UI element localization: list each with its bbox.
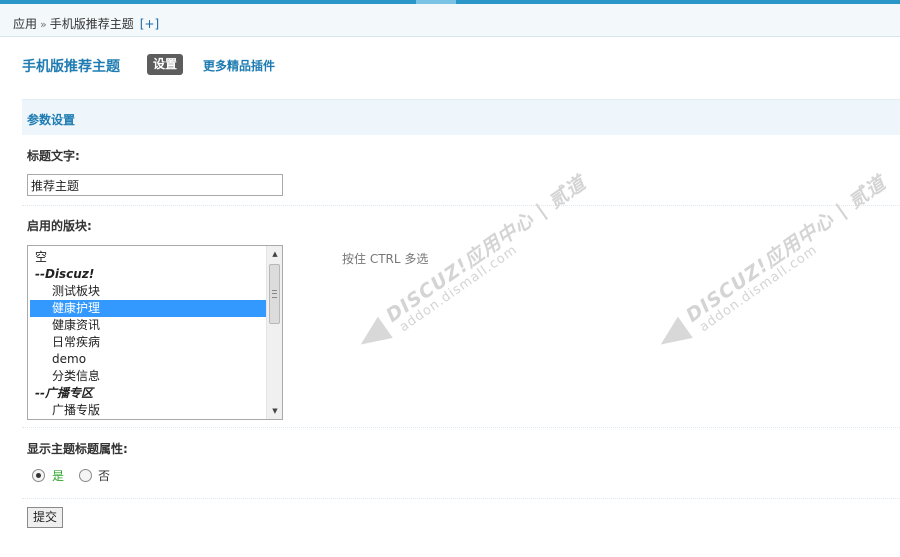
multiselect-hint: 按住 CTRL 多选 xyxy=(342,252,429,266)
listbox-optgroup: --测试区 xyxy=(30,419,266,420)
listbox-option[interactable]: demo xyxy=(30,351,266,368)
plugin-header: 手机版推荐主题 设置 更多精品插件 xyxy=(22,54,892,78)
radio-yes-label[interactable]: 是 xyxy=(52,468,64,484)
forums-options: 空 --Discuz! 测试板块 健康护理 健康资讯 日常疾病 demo 分类信息 --广播专区… xyxy=(28,246,266,420)
title-text-input[interactable] xyxy=(27,174,283,196)
scroll-up-arrow-icon[interactable]: ▲ xyxy=(267,246,282,262)
watermark-arrow-icon xyxy=(653,316,693,356)
show-attr-label: 显示主题标题属性: xyxy=(27,442,128,456)
listbox-optgroup: --Discuz! xyxy=(35,267,95,281)
more-plugins-link[interactable]: 更多精品插件 xyxy=(203,57,275,74)
radio-no-label[interactable]: 否 xyxy=(98,468,110,484)
listbox-option[interactable]: 空 xyxy=(30,249,266,266)
listbox-scrollbar[interactable]: ▲ ▼ xyxy=(266,246,282,419)
section-header: 参数设置 xyxy=(22,99,900,135)
breadcrumb-bar: 应用» 手机版推荐主题 [+] xyxy=(0,4,900,37)
scrollbar-thumb[interactable] xyxy=(269,264,280,324)
scrollbar-grip-icon xyxy=(272,290,277,298)
radio-no[interactable] xyxy=(79,469,92,482)
divider xyxy=(22,427,900,428)
watermark-url: addon.dismall.com xyxy=(696,242,821,336)
radio-yes[interactable] xyxy=(32,469,45,482)
breadcrumb-separator: » xyxy=(40,18,47,31)
section-title: 参数设置 xyxy=(27,113,76,127)
divider xyxy=(22,498,900,499)
breadcrumb: 应用» 手机版推荐主题 [+] xyxy=(13,15,159,32)
title-text-label: 标题文字: xyxy=(27,149,80,163)
listbox-option[interactable]: 广播专版 xyxy=(30,402,266,419)
breadcrumb-add-link[interactable]: [+] xyxy=(140,17,159,31)
page-title: 手机版推荐主题 xyxy=(22,59,120,75)
watermark-logo: DISCUZ!应用中心 | 贰道 addon.dismall.com xyxy=(643,172,890,393)
listbox-option[interactable]: 测试板块 xyxy=(30,283,266,300)
breadcrumb-root-link[interactable]: 应用 xyxy=(13,17,37,31)
scroll-down-arrow-icon[interactable]: ▼ xyxy=(267,403,282,419)
watermark-brand: DISCUZ!应用中心 | 贰道 xyxy=(682,171,891,327)
breadcrumb-current: 手机版推荐主题 xyxy=(49,17,134,31)
watermark-arrow-icon xyxy=(353,316,393,356)
listbox-option[interactable]: 日常疾病 xyxy=(30,334,266,351)
forums-multiselect[interactable]: 空 --Discuz! 测试板块 健康护理 健康资讯 日常疾病 demo 分类信息 --广播专区… xyxy=(27,245,283,420)
watermark-logo: DISCUZ!应用中心 | 贰道 addon.dismall.com xyxy=(343,172,590,393)
forums-label: 启用的版块: xyxy=(27,219,92,233)
listbox-optgroup: --广播专区 xyxy=(35,386,93,400)
divider xyxy=(22,205,900,206)
listbox-option[interactable]: 分类信息 xyxy=(30,368,266,385)
tab-settings[interactable]: 设置 xyxy=(147,54,184,75)
watermark-brand: DISCUZ!应用中心 | 贰道 xyxy=(382,171,591,327)
listbox-option[interactable]: 健康资讯 xyxy=(30,317,266,334)
listbox-option[interactable]: 健康护理 xyxy=(30,300,266,317)
submit-button[interactable]: 提交 xyxy=(27,507,63,528)
